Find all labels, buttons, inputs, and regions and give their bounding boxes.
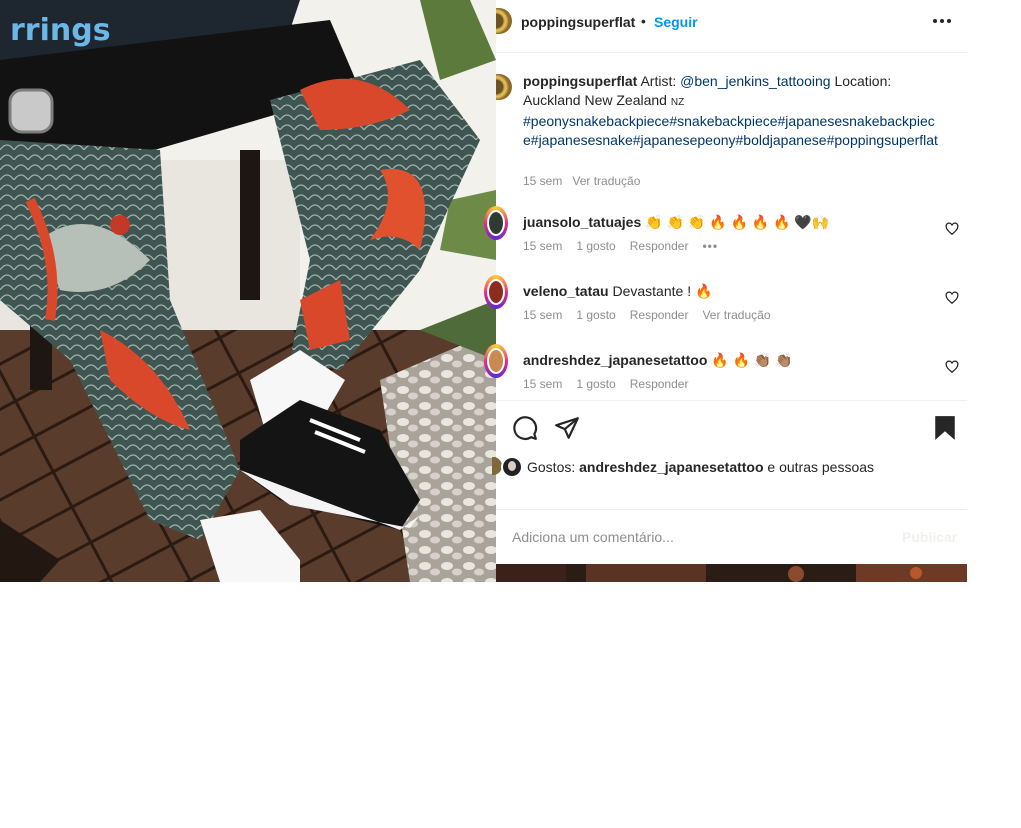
comment-time: 15 sem [523, 377, 563, 391]
avatar[interactable] [496, 8, 512, 34]
translate-link[interactable]: Ver tradução [702, 308, 770, 322]
comment-username[interactable]: veleno_tatau [523, 283, 609, 299]
bookmark-icon[interactable] [933, 415, 957, 441]
comment-likes[interactable]: 1 gosto [576, 308, 615, 322]
avatar[interactable] [484, 344, 508, 378]
avatar[interactable] [501, 456, 523, 478]
comment-body: 🔥 🔥 👏🏽 👏🏽 [711, 352, 793, 368]
heart-icon[interactable] [945, 360, 959, 374]
comment-meta: 15 sem 1 gosto Responder ••• [523, 239, 732, 253]
avatar[interactable] [484, 275, 508, 309]
comment-text: juansolo_tatuajes 👏 👏 👏 🔥 🔥 🔥 🔥 🖤🙌 [523, 214, 829, 231]
likes-text: Gostos: andreshdez_japanesetattoo e outr… [527, 459, 874, 475]
comment-time: 15 sem [523, 239, 563, 253]
caption-username[interactable]: poppingsuperflat [523, 73, 637, 89]
likes-summary: Gostos: andreshdez_japanesetattoo e outr… [492, 456, 967, 478]
caption-hashtags[interactable]: #peonysnakebackpiece#snakebackpiece#japa… [523, 113, 938, 148]
post-details-panel: poppingsuperflat • Seguir poppingsuperfl… [484, 0, 967, 564]
comment-meta: 15 sem 1 gosto Responder Ver tradução [523, 308, 785, 322]
caption-text: poppingsuperflat Artist: @ben_jenkins_ta… [523, 72, 941, 149]
comment-meta: 15 sem 1 gosto Responder [523, 377, 702, 391]
post-header: poppingsuperflat • Seguir [496, 0, 967, 53]
comment-body: 👏 👏 👏 🔥 🔥 🔥 🔥 🖤🙌 [645, 214, 830, 230]
comment-icon[interactable] [512, 415, 538, 441]
related-posts-strip[interactable] [496, 564, 967, 582]
reply-button[interactable]: Responder [630, 308, 689, 322]
svg-text:rrings: rrings [10, 13, 111, 48]
header-username[interactable]: poppingsuperflat [521, 14, 635, 30]
add-comment-bar: Publicar [496, 509, 967, 564]
comment-username[interactable]: andreshdez_japanesetattoo [523, 352, 707, 368]
comment-username[interactable]: juansolo_tatuajes [523, 214, 641, 230]
comment-options-button[interactable]: ••• [702, 239, 718, 253]
likes-prefix: Gostos: [527, 459, 580, 475]
avatar[interactable] [496, 74, 512, 100]
comment-likes[interactable]: 1 gosto [576, 377, 615, 391]
publish-button[interactable]: Publicar [902, 529, 957, 545]
post-photo[interactable]: rrings [0, 0, 496, 582]
separator-dot: • [641, 13, 646, 29]
likes-username[interactable]: andreshdez_japanesetattoo [579, 459, 763, 475]
comment-item: andreshdez_japanesetattoo 🔥 🔥 👏🏽 👏🏽 15 s… [484, 344, 967, 404]
action-bar [496, 400, 967, 452]
comment-body: Devastante ! 🔥 [612, 283, 713, 299]
likes-others-link[interactable]: e outras pessoas [764, 459, 874, 475]
translate-link[interactable]: Ver tradução [572, 174, 640, 188]
caption-time: 15 sem [523, 174, 563, 188]
comment-item: juansolo_tatuajes 👏 👏 👏 🔥 🔥 🔥 🔥 🖤🙌 15 se… [484, 206, 967, 266]
reply-button[interactable]: Responder [630, 239, 689, 253]
caption-text-prefix: Artist: [637, 73, 681, 89]
comment-item: veleno_tatau Devastante ! 🔥 15 sem 1 gost… [484, 275, 967, 335]
caption-meta: 15 sem Ver tradução [523, 174, 650, 188]
avatar[interactable] [484, 206, 508, 240]
comment-time: 15 sem [523, 308, 563, 322]
comment-text: veleno_tatau Devastante ! 🔥 [523, 283, 712, 300]
flag-nz: NZ [670, 96, 685, 108]
heart-icon[interactable] [945, 222, 959, 236]
comment-text: andreshdez_japanesetattoo 🔥 🔥 👏🏽 👏🏽 [523, 352, 793, 369]
comment-input[interactable] [512, 526, 892, 548]
follow-button[interactable]: Seguir [654, 14, 698, 30]
comment-likes[interactable]: 1 gosto [576, 239, 615, 253]
heart-icon[interactable] [945, 291, 959, 305]
more-horizontal-icon[interactable] [933, 19, 953, 25]
share-icon[interactable] [554, 415, 580, 441]
artist-mention-link[interactable]: @ben_jenkins_tattooing [680, 73, 830, 89]
reply-button[interactable]: Responder [630, 377, 689, 391]
